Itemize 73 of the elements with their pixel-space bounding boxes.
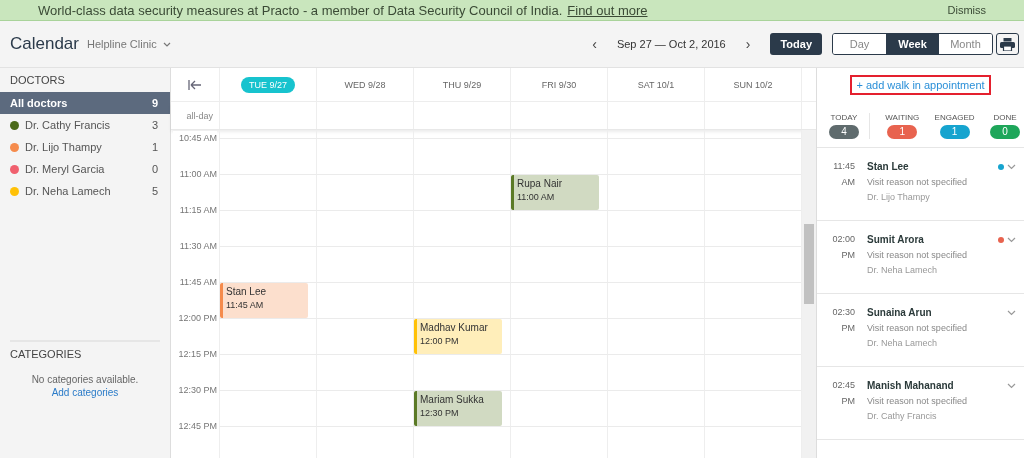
appointment-block[interactable]: Stan Lee 11:45 AM: [220, 283, 308, 318]
appointment-time: 11:00 AM: [517, 192, 556, 202]
chevron-down-icon[interactable]: [1007, 383, 1016, 389]
appointment-hour: 11:45: [833, 161, 855, 171]
appointment-period: PM: [841, 396, 855, 406]
appointment-time: 11:45 AM: [226, 300, 265, 310]
doctor-name: Dr. Lijo Thampy: [867, 192, 931, 202]
day-header[interactable]: WED 9/28: [336, 76, 394, 93]
appointment-block[interactable]: Madhav Kumar 12:00 PM: [414, 319, 502, 354]
chevron-down-icon[interactable]: [1007, 237, 1016, 243]
appointment-block[interactable]: Rupa Nair 11:00 AM: [511, 175, 599, 210]
empty-message: No categories available.: [30, 374, 140, 385]
patient-name: Rupa Nair: [517, 178, 564, 189]
day-header[interactable]: SAT 10/1: [629, 76, 683, 93]
section-heading: DOCTORS: [9, 73, 66, 88]
chevron-down-icon[interactable]: [162, 41, 171, 47]
doctor-name: Dr. Neha Lamech: [867, 338, 939, 348]
day-header[interactable]: SUN 10/2: [725, 76, 781, 93]
dismiss-link[interactable]: Dismiss: [947, 4, 986, 16]
view-tab[interactable]: Week: [886, 34, 939, 54]
visit-reason: Visit reason not specified: [867, 177, 968, 187]
all-day-label: all-day: [186, 110, 213, 121]
date-range: Sep 27 — Oct 2, 2016: [616, 38, 726, 50]
banner-message: World-class data security measures at Practo - a member of Data Security Council of India.: [38, 2, 563, 18]
doctor-filter-item[interactable]: All doctors 9: [0, 92, 170, 114]
patient-name[interactable]: Stan Lee: [867, 161, 998, 172]
visit-reason: Visit reason not specified: [867, 323, 968, 333]
appointment-hour: 02:45: [832, 380, 855, 390]
visit-reason: Visit reason not specified: [867, 250, 968, 260]
section-heading: CATEGORIES: [10, 347, 83, 362]
page-title: Calendar: [10, 34, 79, 54]
doctor-filter-item[interactable]: Dr. Lijo Thampy 1: [0, 136, 170, 158]
day-header[interactable]: FRI 9/30: [533, 76, 585, 93]
doctor-filter-item[interactable]: Dr. Cathy Francis 3: [0, 114, 170, 136]
doctor-name: Dr. Cathy Francis: [867, 411, 938, 421]
patient-name[interactable]: Sunaina Arun: [867, 307, 1007, 318]
appointment-period: PM: [841, 323, 855, 333]
clinic-selector[interactable]: Helpline Clinic: [87, 38, 157, 50]
print-button[interactable]: [996, 33, 1019, 55]
view-tab[interactable]: Month: [939, 34, 992, 54]
next-week-button[interactable]: ›: [739, 36, 757, 52]
stat-label: ENGAGED: [934, 113, 975, 122]
patient-name: Stan Lee: [226, 286, 268, 297]
appointment-hour: 02:30: [832, 307, 855, 317]
add-walk-in-link[interactable]: + add walk in appointment: [850, 74, 991, 95]
patient-name[interactable]: Sumit Arora: [867, 234, 998, 245]
doctor-filter-item[interactable]: Dr. Meryl Garcia 0: [0, 158, 170, 180]
chevron-down-icon[interactable]: [1007, 164, 1016, 170]
view-tab[interactable]: Day: [833, 34, 886, 54]
doctor-name: Dr. Neha Lamech: [867, 265, 939, 275]
stat-label: WAITING: [885, 113, 920, 122]
patient-name[interactable]: Manish Mahanand: [867, 380, 1007, 391]
scrollbar[interactable]: [802, 130, 816, 458]
stat-label: TODAY: [830, 113, 858, 122]
collapse-icon[interactable]: [188, 78, 202, 91]
today-button[interactable]: Today: [770, 33, 822, 55]
appointment-period: AM: [841, 177, 855, 187]
chevron-down-icon[interactable]: [1007, 310, 1016, 316]
find-out-more-link[interactable]: Find out more: [567, 2, 648, 18]
appointment-time: 12:30 PM: [420, 408, 460, 418]
appointment-block[interactable]: Mariam Sukka 12:30 PM: [414, 391, 502, 426]
appointment-hour: 02:00: [832, 234, 855, 244]
add-categories-link[interactable]: Add categories: [10, 387, 160, 398]
appointment-period: PM: [841, 250, 855, 260]
stat-count[interactable]: 4: [829, 125, 859, 139]
appointment-time: 12:00 PM: [420, 336, 460, 346]
previous-week-button[interactable]: ‹: [586, 36, 603, 52]
patient-name: Mariam Sukka: [420, 394, 485, 405]
stat-label: DONE: [993, 113, 1017, 122]
visit-reason: Visit reason not specified: [867, 396, 968, 406]
doctor-filter-item[interactable]: Dr. Neha Lamech 5: [0, 180, 170, 202]
patient-name: Madhav Kumar: [420, 322, 489, 333]
day-header[interactable]: THU 9/29: [434, 76, 490, 93]
